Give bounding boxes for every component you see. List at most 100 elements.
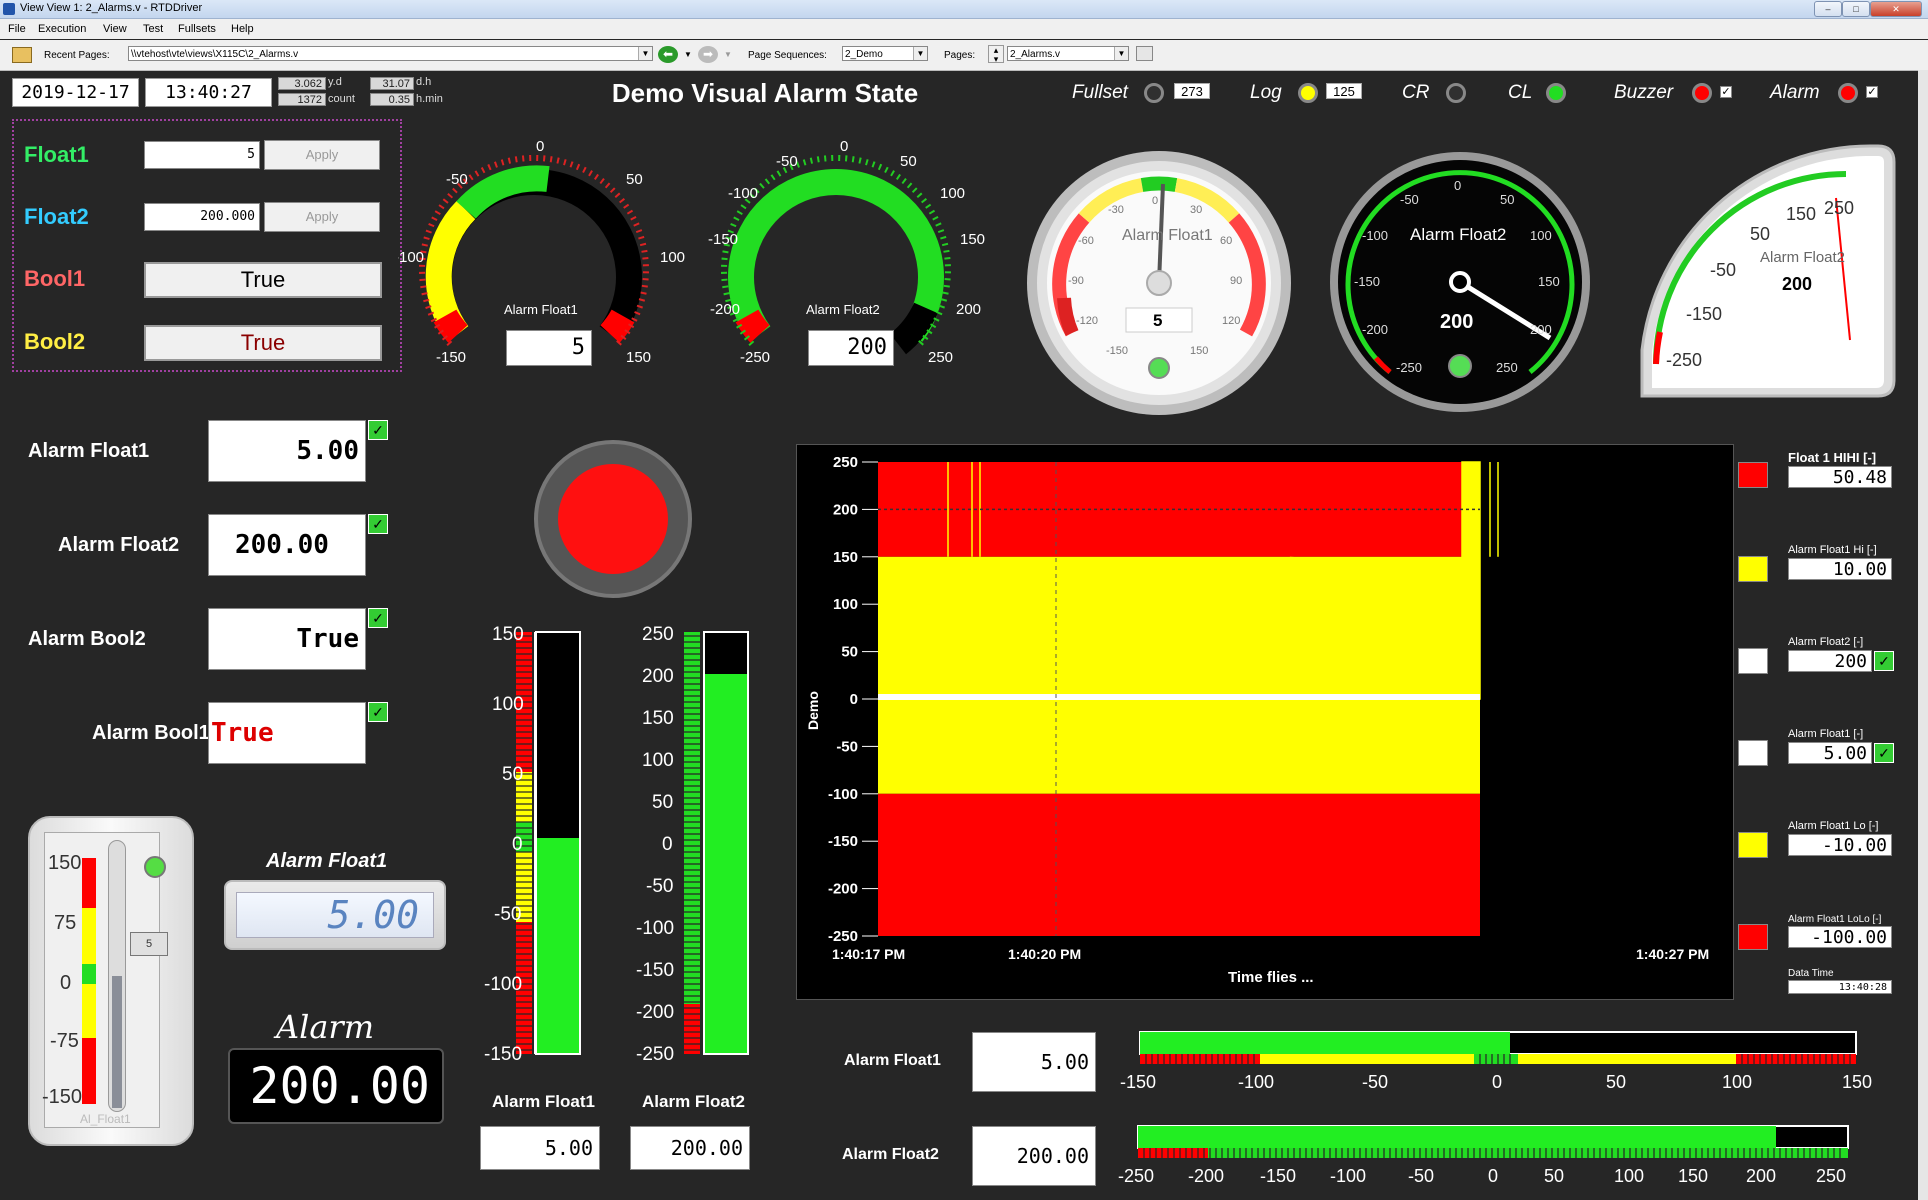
vbar-float2-label: Alarm Float2 xyxy=(642,1092,745,1111)
window-icon[interactable] xyxy=(1136,46,1153,61)
back-arrow-icon[interactable]: ⬅ xyxy=(658,46,678,63)
vertical-scrollbar[interactable] xyxy=(1918,70,1928,1200)
forward-arrow-icon[interactable]: ➡ xyxy=(698,46,718,63)
hbar-tick: 50 xyxy=(1606,1072,1626,1092)
alarm-checkbox[interactable]: ✓ xyxy=(1866,86,1878,98)
legend-float1-ack-icon[interactable]: ✓ xyxy=(1874,743,1894,763)
menu-view[interactable]: View xyxy=(103,23,127,35)
buzzer-label: Buzzer xyxy=(1614,82,1674,103)
hbar-tick: 250 xyxy=(1816,1166,1846,1186)
menu-help[interactable]: Help xyxy=(231,23,254,35)
vbar-tick: 150 xyxy=(642,708,674,729)
gauge-tick-label: 0 xyxy=(1454,178,1461,193)
float2-apply-button[interactable]: Apply xyxy=(264,202,380,232)
menu-execution[interactable]: Execution xyxy=(38,23,86,35)
alarm-bool1-ack-icon[interactable]: ✓ xyxy=(368,702,388,722)
thermometer-tick: 0 xyxy=(60,972,72,994)
gauge-tick-label: 0 xyxy=(1152,195,1158,207)
legend-swatch-float2 xyxy=(1738,648,1768,674)
alarm-led xyxy=(1838,83,1858,103)
pages-select[interactable]: 2_Alarms.v ▼ xyxy=(1007,46,1129,61)
legend-label: Alarm Float2 [-] xyxy=(1788,636,1864,648)
menu-file[interactable]: File xyxy=(8,23,26,35)
fullset-led xyxy=(1144,83,1164,103)
vbar-tick: 50 xyxy=(652,792,673,813)
gauge-tick-label: 100 xyxy=(660,249,685,266)
hbar-tick: 0 xyxy=(1488,1166,1498,1186)
vbar-tick: 0 xyxy=(512,834,523,855)
window-titlebar: View View 1: 2_Alarms.v - RTDDriver – □ … xyxy=(0,0,1928,19)
float1-input[interactable]: 5 xyxy=(144,141,260,169)
legend-value: -10.00 xyxy=(1788,834,1892,856)
alarm-float1-ack-icon[interactable]: ✓ xyxy=(368,420,388,440)
legend-label: Alarm Float1 [-] xyxy=(1788,728,1864,740)
gauge-float2-dial: Alarm Float2 0 -50 -100 -150 -200 -250 5… xyxy=(1330,152,1590,412)
time-display: 13:40:27 xyxy=(145,78,272,107)
page-sequences-select[interactable]: 2_Demo ▼ xyxy=(842,46,928,61)
chevron-down-icon[interactable]: ▼ xyxy=(724,50,732,59)
hbar-tick: -100 xyxy=(1238,1072,1274,1092)
gauge-float2-quarter: -250 -150 -50 50 150 250 Alarm Float2 20… xyxy=(1640,144,1896,398)
gauge-tick-label: -90 xyxy=(1068,275,1084,287)
vbar-tick: -50 xyxy=(494,904,521,925)
chevron-down-icon: ▼ xyxy=(1114,47,1128,60)
thermometer-band-red xyxy=(82,858,96,908)
maximize-button[interactable]: □ xyxy=(1842,1,1870,17)
gauge-title: Alarm Float1 xyxy=(504,302,578,317)
lcd-value: 5.00 xyxy=(236,892,434,938)
gauge-tick-label: 50 xyxy=(1750,224,1770,244)
legend-value: 50.48 xyxy=(1788,466,1892,488)
recent-pages-select[interactable]: \\vtehost\vte\views\X115C\2_Alarms.v ▼ xyxy=(128,46,653,61)
gauge-tick-label: -50 xyxy=(1710,260,1736,280)
hbar-tick: -150 xyxy=(1120,1072,1156,1092)
hbar-fill xyxy=(1138,1126,1776,1148)
gauge-led xyxy=(1448,354,1472,378)
menu-fullsets[interactable]: Fullsets xyxy=(178,23,216,35)
count-value: 1372 xyxy=(278,93,326,106)
log-count: 125 xyxy=(1326,83,1362,99)
gauge-tick-label: -200 xyxy=(1362,322,1388,337)
float2-input[interactable]: 200.000 xyxy=(144,203,260,231)
gauge-tick-label: 150 xyxy=(1786,204,1816,224)
gauge-tick-label: 150 xyxy=(626,349,651,366)
close-button[interactable]: ✕ xyxy=(1870,1,1922,17)
float2-label: Float2 xyxy=(24,204,89,229)
chart-ytick: 100 xyxy=(833,596,858,613)
hbar-tick: 150 xyxy=(1678,1166,1708,1186)
bool1-toggle[interactable]: True xyxy=(144,262,382,298)
float1-apply-button[interactable]: Apply xyxy=(264,140,380,170)
chart-xlabel: Time flies ... xyxy=(1228,969,1314,986)
menu-test[interactable]: Test xyxy=(143,23,163,35)
float1-label: Float1 xyxy=(24,142,89,167)
chart-ylabel: Demo xyxy=(805,691,821,730)
folder-icon[interactable] xyxy=(12,47,32,63)
alarm-bool2-ack-icon[interactable]: ✓ xyxy=(368,608,388,628)
gauge-tick-label: -250 xyxy=(740,349,770,366)
hbar-float2: -250 -200 -150 -100 -50 0 50 100 150 200… xyxy=(1118,1125,1849,1186)
led-display-value: 200.00 xyxy=(228,1048,444,1124)
legend-label: Alarm Float1 LoLo [-] xyxy=(1788,914,1882,925)
bool2-toggle[interactable]: True xyxy=(144,325,382,361)
gauge-tick-label: -150 xyxy=(1106,345,1128,357)
alarm-float2-ack-icon[interactable]: ✓ xyxy=(368,514,388,534)
gauge-tick-label: -150 xyxy=(1354,274,1380,289)
pages-spinner[interactable]: ▴ ▾ xyxy=(988,45,1004,64)
chart-ytick: 0 xyxy=(850,691,858,708)
buzzer-checkbox[interactable]: ✓ xyxy=(1720,86,1732,98)
cl-led xyxy=(1546,83,1566,103)
window-title: View View 1: 2_Alarms.v - RTDDriver xyxy=(20,2,203,14)
legend-float2-ack-icon[interactable]: ✓ xyxy=(1874,651,1894,671)
gauge-tick-label: -150 xyxy=(436,349,466,366)
minimize-button[interactable]: – xyxy=(1814,1,1842,17)
alarm-float1-value: 5.00 xyxy=(208,420,366,482)
gauge-tick-label: -50 xyxy=(776,153,798,170)
vbar-tick: -50 xyxy=(646,876,673,897)
chevron-down-icon[interactable]: ▼ xyxy=(684,50,692,59)
chart-zero-line xyxy=(878,694,1480,700)
gauge-tick-label: 0 xyxy=(536,138,544,155)
gauge-tick-label: -100 xyxy=(1362,228,1388,243)
yd-unit: y.d xyxy=(328,76,342,88)
chart-ytick: -50 xyxy=(836,738,858,755)
hbar-float2-value: 200.00 xyxy=(972,1126,1096,1186)
gauge-tick-label: -250 xyxy=(1396,360,1422,375)
